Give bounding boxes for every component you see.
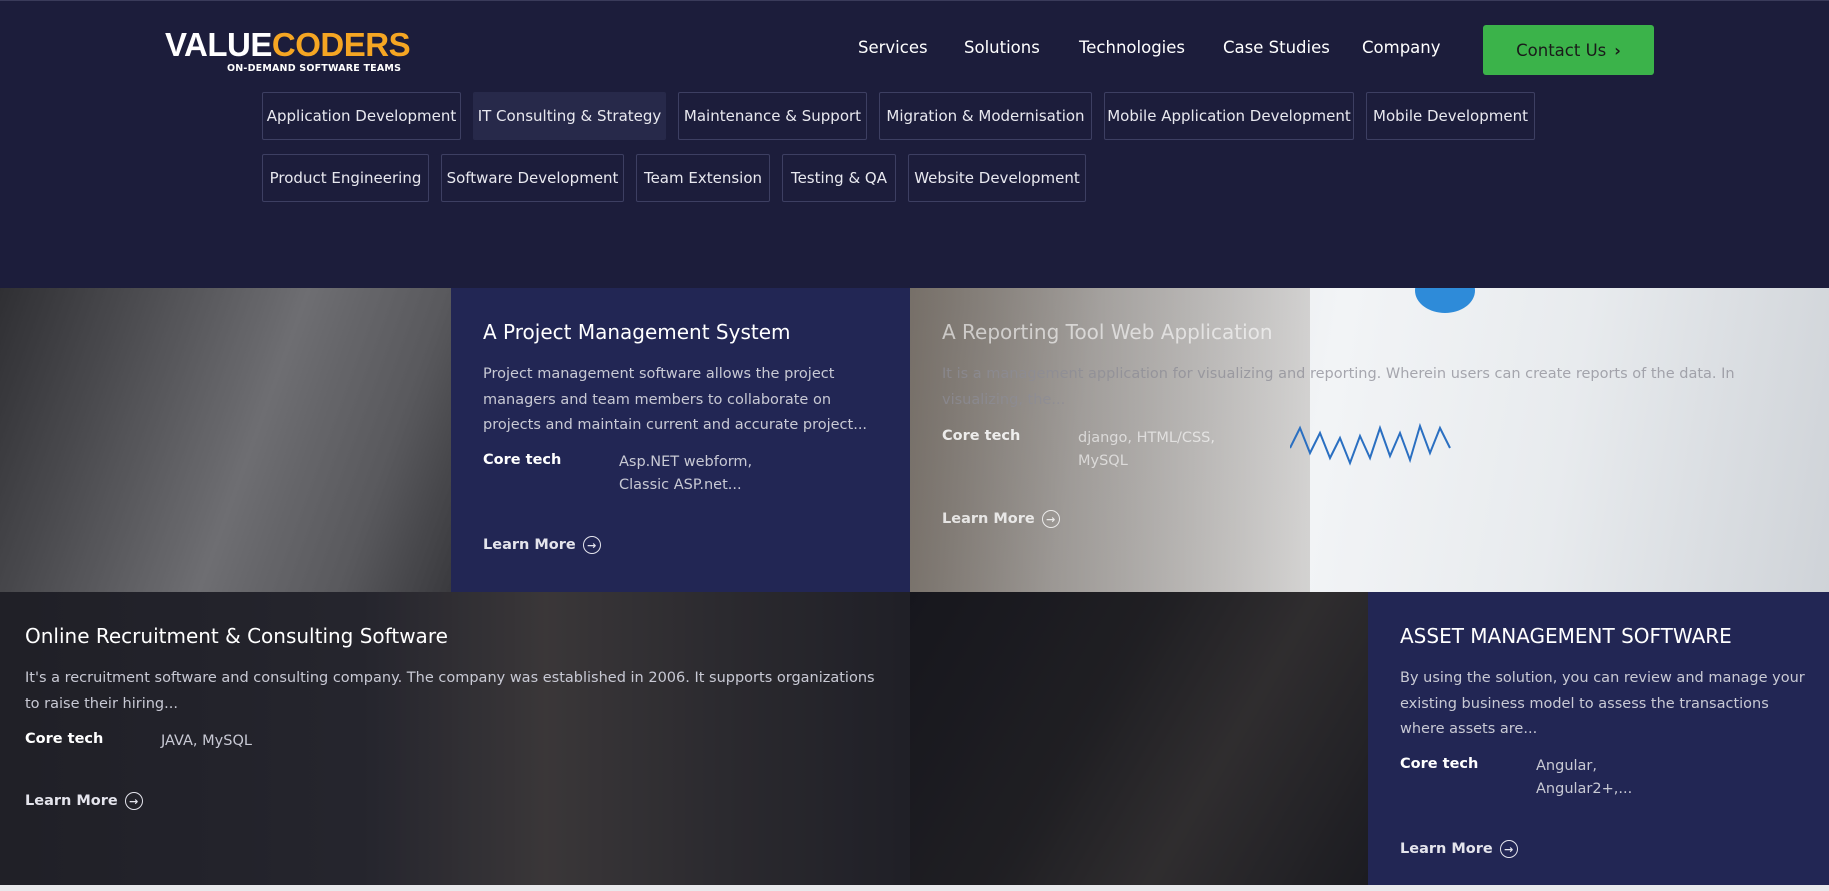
arrow-right-circle-icon: → <box>582 536 601 554</box>
filter-team-extension[interactable]: Team Extension <box>636 154 770 202</box>
case-title: A Project Management System <box>483 320 791 344</box>
nav-company[interactable]: Company <box>1362 38 1441 62</box>
case-image-asset-management <box>910 592 1368 887</box>
core-tech-value: Angular, Angular2+,... <box>1536 758 1633 797</box>
filter-mobile-development[interactable]: Mobile Development <box>1366 92 1535 140</box>
nav-services[interactable]: Services <box>858 38 928 62</box>
case-card-project-management: A Project Management System Project mana… <box>451 288 910 592</box>
case-card-asset-management: ASSET MANAGEMENT SOFTWARE By using the s… <box>1368 592 1829 887</box>
logo[interactable]: VALUECODERS ON-DEMAND SOFTWARE TEAMS <box>165 26 411 75</box>
logo-tagline: ON-DEMAND SOFTWARE TEAMS <box>227 63 402 74</box>
learn-more-link[interactable]: Learn More → <box>483 536 601 554</box>
learn-more-link[interactable]: Learn More → <box>1400 840 1518 858</box>
contact-us-label: Contact Us <box>1516 40 1607 60</box>
arrow-right-circle-icon: → <box>124 792 143 810</box>
case-image-project-management <box>0 288 451 592</box>
filter-maintenance-support[interactable]: Maintenance & Support <box>678 92 867 140</box>
case-description: It's a recruitment software and consulti… <box>25 670 875 712</box>
blue-blob <box>1415 288 1475 313</box>
arrow-right-circle-icon: → <box>1041 510 1060 528</box>
nav-case-studies[interactable]: Case Studies <box>1223 38 1330 62</box>
core-tech-value: django, HTML/CSS, MySQL <box>1078 430 1215 469</box>
filter-it-consulting[interactable]: IT Consulting & Strategy <box>473 92 666 140</box>
nav-solutions[interactable]: Solutions <box>964 38 1040 62</box>
filter-software-development[interactable]: Software Development <box>441 154 624 202</box>
case-title: Online Recruitment & Consulting Software <box>25 624 448 648</box>
case-description: By using the solution, you can review an… <box>1400 670 1805 737</box>
core-tech-value: JAVA, MySQL <box>161 733 252 749</box>
filter-testing-qa[interactable]: Testing & QA <box>782 154 896 202</box>
case-title: A Reporting Tool Web Application <box>942 320 1273 344</box>
learn-more-link[interactable]: Learn More → <box>25 792 143 810</box>
filter-website-development[interactable]: Website Development <box>908 154 1086 202</box>
arrow-right-circle-icon: → <box>1499 840 1518 858</box>
case-title: ASSET MANAGEMENT SOFTWARE <box>1400 624 1732 648</box>
core-tech-label: Core tech <box>483 452 562 468</box>
core-tech-label: Core tech <box>1400 756 1479 772</box>
case-description: It is a management application for visua… <box>942 366 1735 408</box>
learn-more-link[interactable]: Learn More → <box>942 510 1060 528</box>
core-tech-value: Asp.NET webform, Classic ASP.net... <box>619 454 753 493</box>
logo-value: VALUE <box>165 26 272 63</box>
case-card-reporting-tool: A Reporting Tool Web Application It is a… <box>910 288 1829 592</box>
filter-migration-modernisation[interactable]: Migration & Modernisation <box>879 92 1092 140</box>
page-bottom-strip <box>0 885 1829 891</box>
filter-application-development[interactable]: Application Development <box>262 92 461 140</box>
filter-product-engineering[interactable]: Product Engineering <box>262 154 429 202</box>
case-card-online-recruitment: Online Recruitment & Consulting Software… <box>0 592 910 887</box>
chevron-right-icon: › <box>1614 40 1621 60</box>
logo-coders: CODERS <box>271 26 411 63</box>
case-description: Project management software allows the p… <box>483 366 868 433</box>
core-tech-label: Core tech <box>942 428 1021 444</box>
filter-mobile-application-development[interactable]: Mobile Application Development <box>1104 92 1354 140</box>
nav-technologies[interactable]: Technologies <box>1079 38 1185 62</box>
core-tech-label: Core tech <box>25 731 104 747</box>
contact-us-button[interactable]: Contact Us › <box>1483 25 1654 75</box>
chart-graphic <box>1290 422 1451 466</box>
